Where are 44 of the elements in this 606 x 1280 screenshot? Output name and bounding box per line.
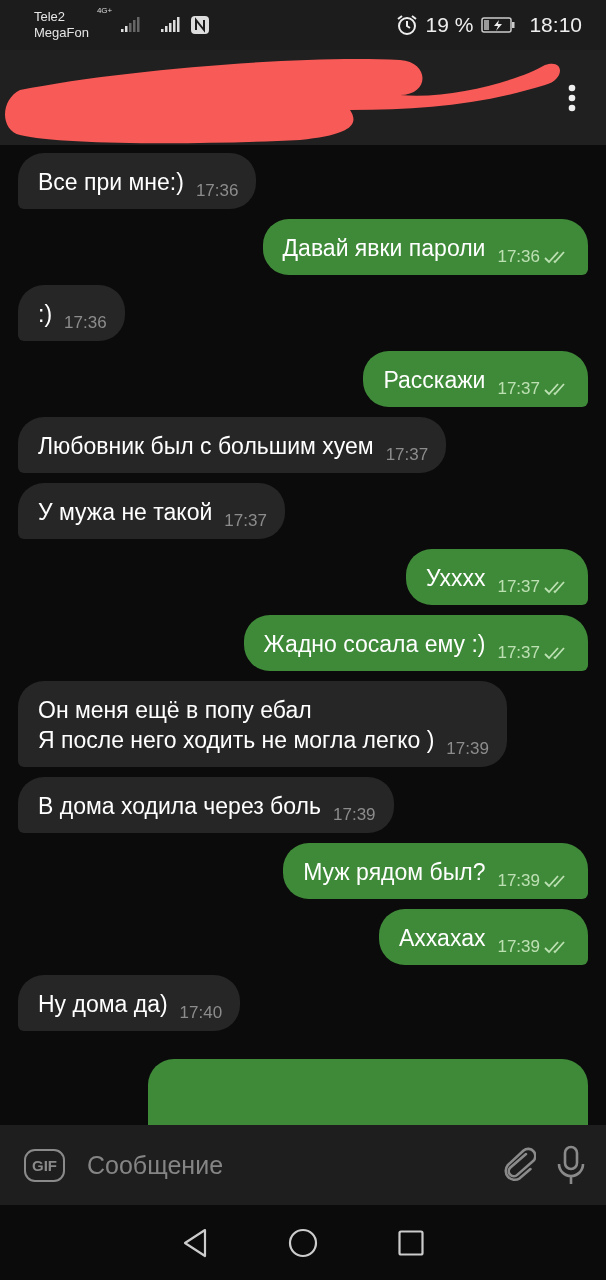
- message-text: В дома ходила через боль: [38, 792, 321, 821]
- network-type: 4G+: [96, 6, 113, 15]
- message-time: 17:40: [179, 1003, 223, 1023]
- message-time: 17:36: [497, 247, 540, 267]
- home-icon[interactable]: [288, 1227, 318, 1258]
- microphone-icon[interactable]: [556, 1145, 586, 1185]
- message-text: Муж рядом был?: [303, 858, 486, 887]
- message-text: :): [38, 300, 53, 329]
- message-text: Он меня ещё в попу ебал Я после него ходить не могла легко ): [38, 696, 435, 755]
- message-text: Все при мне:): [38, 168, 184, 197]
- message-input[interactable]: Сообщение: [85, 1149, 482, 1181]
- message-text: Расскажи: [383, 366, 486, 395]
- battery-icon: [481, 17, 516, 33]
- message-time: 17:37: [385, 445, 429, 465]
- carrier-name: Tele2: [34, 9, 67, 25]
- message-text: Любовник был с большим хуем: [38, 432, 374, 461]
- message-text: Аххахах: [399, 924, 486, 953]
- carrier-name: MegaFon: [34, 25, 89, 41]
- battery-percent: 19 %: [425, 13, 474, 37]
- alarm-icon: [395, 14, 418, 36]
- message-time: 17:39: [497, 937, 540, 957]
- more-options-icon[interactable]: [568, 84, 576, 112]
- message-time: 17:37: [497, 577, 540, 597]
- signal-icon: [160, 16, 183, 34]
- message-time: 17:39: [333, 805, 376, 825]
- nfc-icon: [190, 15, 211, 35]
- message-text: Жадно сосала ему :): [263, 630, 486, 659]
- clock: 18:10: [529, 13, 582, 37]
- signal-icon: [120, 16, 143, 34]
- back-icon[interactable]: [182, 1227, 208, 1258]
- message-time: 17:37: [224, 511, 267, 531]
- message-time: 17:39: [446, 739, 489, 759]
- message-time: 17:37: [497, 643, 540, 663]
- recent-apps-icon[interactable]: [398, 1229, 424, 1256]
- message-text: Ну дома да): [38, 990, 168, 1019]
- gif-button[interactable]: GIF: [24, 1148, 65, 1182]
- message-text: Ухххх: [425, 564, 486, 593]
- message-text: Давай явки пароли: [282, 234, 486, 263]
- message-time: 17:36: [64, 313, 107, 333]
- message-text: У мужа не такой: [38, 498, 213, 527]
- message-composer[interactable]: GIF Сообщение: [0, 1125, 606, 1205]
- message-time: 17:39: [497, 871, 540, 891]
- message-time: 17:37: [497, 379, 540, 399]
- message-time: 17:36: [195, 181, 239, 201]
